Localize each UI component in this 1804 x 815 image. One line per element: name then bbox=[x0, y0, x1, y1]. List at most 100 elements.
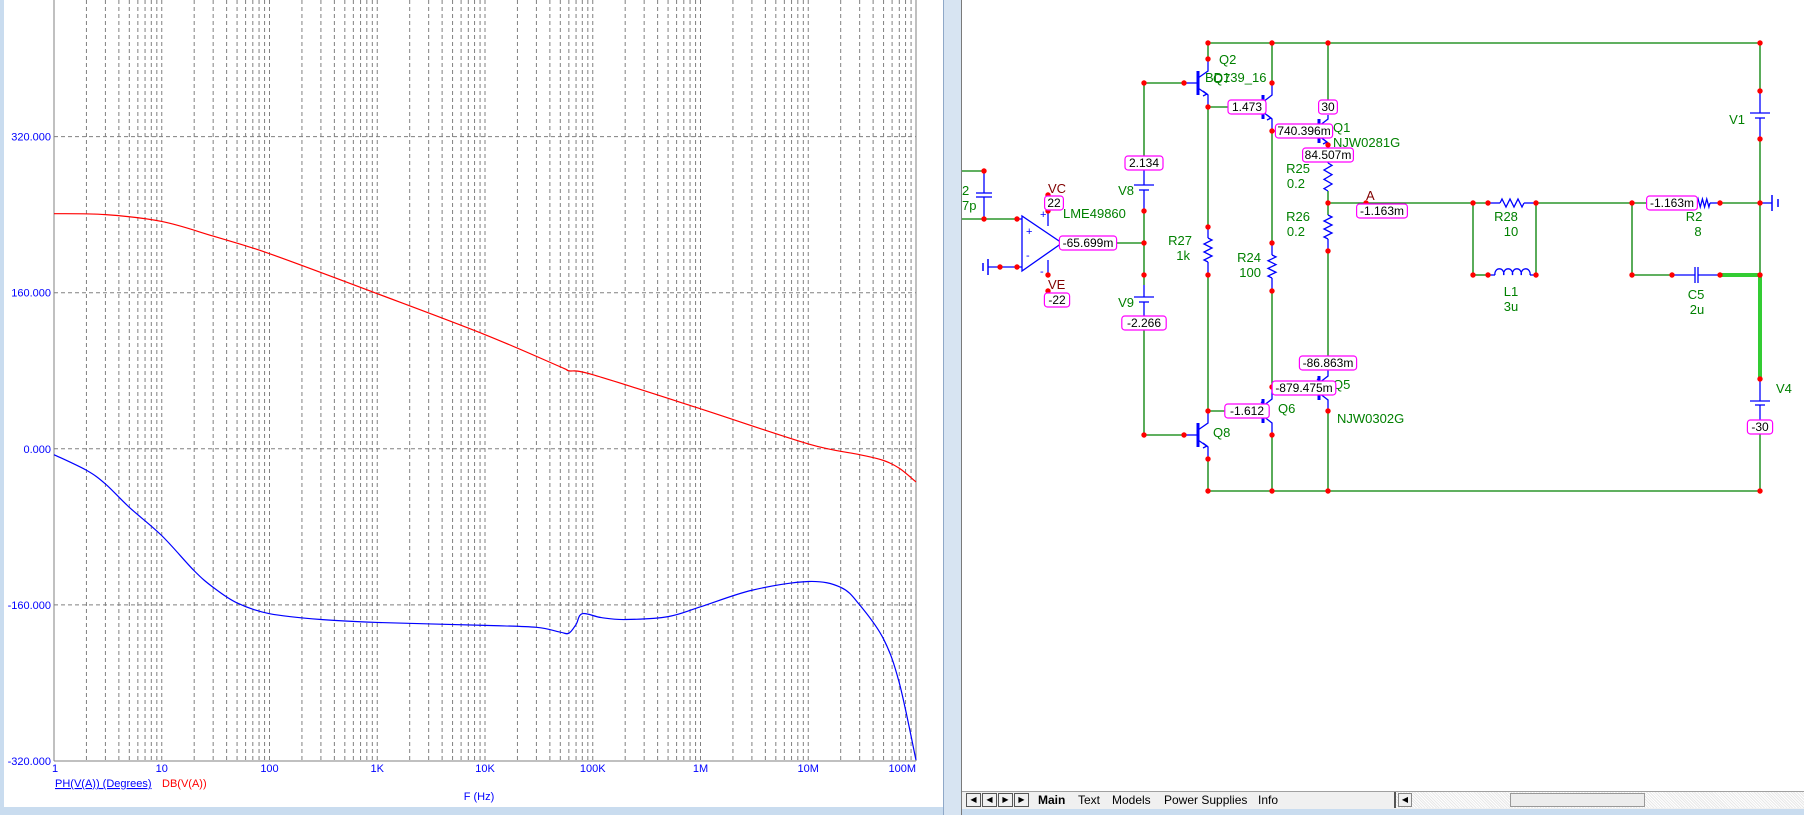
node-dot bbox=[1269, 128, 1275, 134]
node-dot bbox=[1205, 56, 1211, 62]
scroll-left-button[interactable]: ◀ bbox=[1398, 793, 1412, 807]
q5-model: NJW0302G bbox=[1337, 411, 1404, 426]
l1-label: L1 bbox=[1504, 284, 1518, 299]
node-voltage-value: -65.699m bbox=[1063, 236, 1114, 250]
bode-plot[interactable]: 320.000 160.000 0.000 -160.000 -320.000 1 10 1… bbox=[4, 0, 943, 807]
splitter[interactable] bbox=[943, 0, 962, 815]
q6-label: Q6 bbox=[1278, 401, 1295, 416]
first-sheet-button[interactable]: ◀ bbox=[966, 793, 981, 807]
node-dot bbox=[1269, 432, 1275, 438]
tab-main[interactable]: Main bbox=[1034, 792, 1069, 808]
node-voltage-value: -30 bbox=[1751, 420, 1769, 434]
node-voltage-value: -1.163m bbox=[1360, 204, 1404, 218]
x-tick-label: 100 bbox=[260, 763, 278, 775]
next-sheet-button[interactable]: ▶ bbox=[998, 793, 1013, 807]
horizontal-scrollbar[interactable]: ◀ bbox=[1394, 792, 1804, 808]
node-voltage-v2134: 2.134 bbox=[1124, 155, 1164, 171]
plot-panel: 320.000 160.000 0.000 -160.000 -320.000 1 10 1… bbox=[4, 0, 943, 807]
r2-value: 8 bbox=[1694, 224, 1701, 239]
node-voltage-v740: 740.396m bbox=[1274, 123, 1334, 139]
legend-db[interactable]: DB(V(A)) bbox=[162, 778, 207, 790]
resistor-r2 bbox=[1696, 196, 1711, 210]
x-axis-label: F (Hz) bbox=[464, 791, 495, 803]
x-tick-label: 1K bbox=[371, 763, 385, 775]
node-dot bbox=[1325, 248, 1331, 254]
node-dot bbox=[1325, 488, 1331, 494]
node-voltage-value: -1.612 bbox=[1230, 404, 1264, 418]
node-dot bbox=[1485, 200, 1491, 206]
r24-value: 100 bbox=[1239, 265, 1261, 280]
resistor-r28 bbox=[1499, 197, 1525, 209]
pin-polarity-icon: - bbox=[1026, 250, 1030, 262]
node-voltage-vm22: -22 bbox=[1043, 292, 1071, 308]
arrow-icon bbox=[1266, 114, 1273, 121]
q2-label: Q2 bbox=[1219, 52, 1236, 67]
r27-label: R27 bbox=[1168, 233, 1192, 248]
scrollbar-thumb[interactable] bbox=[1510, 793, 1645, 807]
y-tick-label: 160.000 bbox=[11, 288, 51, 300]
node-dot bbox=[1757, 200, 1763, 206]
y-tick-label: 320.000 bbox=[11, 132, 51, 144]
tab-info[interactable]: Info bbox=[1254, 792, 1282, 808]
x-tick-label: 1 bbox=[52, 763, 58, 775]
node-dot bbox=[1269, 80, 1275, 86]
node-dot bbox=[1269, 288, 1275, 294]
node-dot bbox=[1470, 200, 1476, 206]
opamp-icon bbox=[1021, 214, 1064, 273]
ve-label: VE bbox=[1048, 277, 1066, 292]
node-dot bbox=[1141, 432, 1147, 438]
node-dot bbox=[1141, 240, 1147, 246]
inductor-l1 bbox=[1494, 268, 1531, 276]
y-tick-label: -320.000 bbox=[8, 756, 51, 768]
schematic-panel: + - + - Q2 Q7 BD139_16 Q1 NJW0281G Q5 NJW03… bbox=[960, 0, 1804, 791]
c5-label: C5 bbox=[1688, 287, 1705, 302]
node-voltage-value: -1.163m bbox=[1650, 196, 1694, 210]
opamp-label: LME49860 bbox=[1063, 206, 1126, 221]
r28-value: 10 bbox=[1504, 224, 1518, 239]
node-dot bbox=[1629, 272, 1635, 278]
node-dot bbox=[1757, 88, 1763, 94]
node-dot bbox=[1533, 272, 1539, 278]
node-dot bbox=[1757, 272, 1763, 278]
resistor-r24 bbox=[1266, 254, 1278, 279]
v1-label: V1 bbox=[1729, 112, 1745, 127]
node-dot bbox=[1325, 142, 1331, 148]
node-dot bbox=[1269, 488, 1275, 494]
node-dot bbox=[1141, 208, 1147, 214]
c5-value: 2u bbox=[1690, 302, 1704, 317]
v4-label: V4 bbox=[1776, 381, 1792, 396]
tab-power-supplies[interactable]: Power Supplies bbox=[1160, 792, 1251, 808]
y-tick-label: 0.000 bbox=[23, 444, 51, 456]
prev-sheet-button[interactable]: ◀ bbox=[982, 793, 997, 807]
x-tick-label: 10 bbox=[156, 763, 168, 775]
node-dot bbox=[1757, 40, 1763, 46]
node-dot bbox=[1717, 272, 1723, 278]
node-voltage-vr2: -1.163m bbox=[1645, 195, 1698, 211]
x-tick-label: 100K bbox=[580, 763, 606, 775]
node-voltage-va: -1.163m bbox=[1355, 203, 1408, 219]
r25-value: 0.2 bbox=[1287, 176, 1305, 191]
r2-label: R2 bbox=[1686, 209, 1703, 224]
node-dot bbox=[1141, 272, 1147, 278]
r28-label: R28 bbox=[1494, 209, 1518, 224]
vc-label: VC bbox=[1048, 181, 1066, 196]
node-voltage-value: 22 bbox=[1047, 196, 1061, 210]
r25-label: R25 bbox=[1286, 161, 1310, 176]
node-dot bbox=[997, 264, 1003, 270]
tab-models[interactable]: Models bbox=[1108, 792, 1155, 808]
node-dot bbox=[1325, 200, 1331, 206]
node-voltage-v84: 84.507m bbox=[1301, 147, 1354, 163]
node-dot bbox=[1325, 40, 1331, 46]
legend-phase[interactable]: PH(V(A)) (Degrees) bbox=[55, 778, 152, 790]
tab-text[interactable]: Text bbox=[1074, 792, 1104, 808]
sheet-tab-bar: ◀ ◀ ▶ ▶ Main Text Models Power Supplies … bbox=[962, 791, 1804, 809]
node-voltage-value: -879.475m bbox=[1275, 381, 1332, 395]
node-dot bbox=[1669, 272, 1675, 278]
schematic[interactable]: +-+- Q2 Q7 BD139_16 Q1 NJW0281G Q5 NJW03… bbox=[960, 0, 1804, 791]
last-sheet-button[interactable]: ▶ bbox=[1014, 793, 1029, 807]
r27-value: 1k bbox=[1176, 248, 1190, 263]
node-voltage-v1473: 1.473 bbox=[1227, 99, 1267, 115]
node-voltage-value: 84.507m bbox=[1305, 148, 1352, 162]
node-voltage-vm30: -30 bbox=[1746, 419, 1774, 435]
cap-label-partial: 2 bbox=[962, 183, 969, 198]
